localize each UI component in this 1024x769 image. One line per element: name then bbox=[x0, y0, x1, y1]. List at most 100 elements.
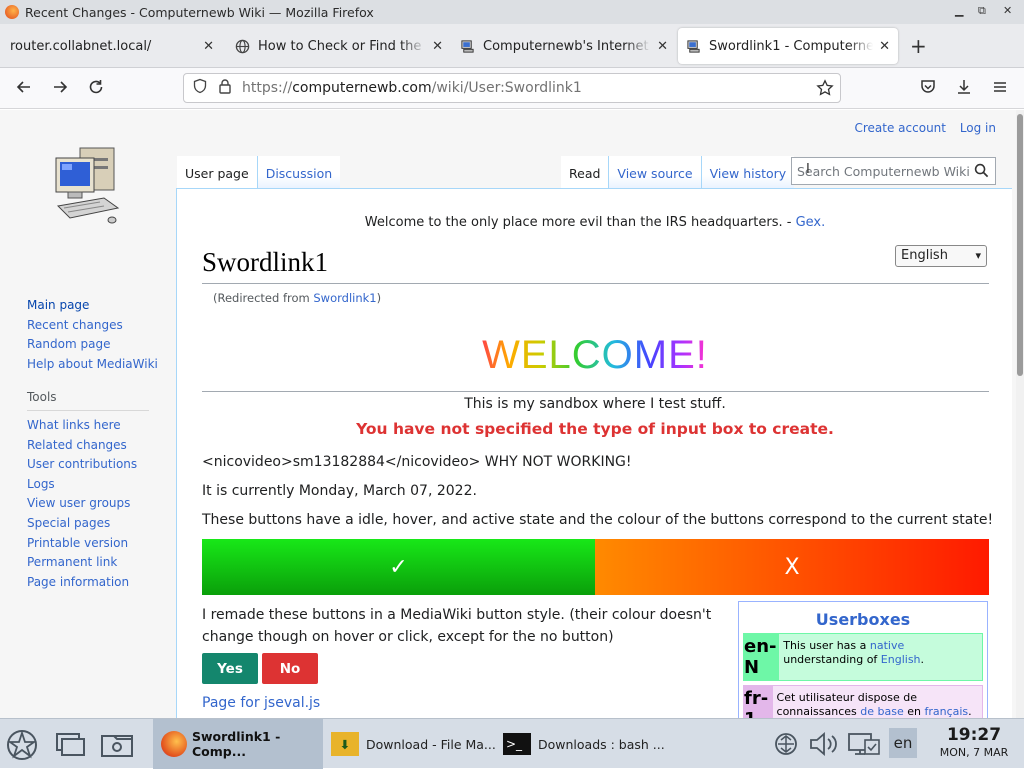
no-button[interactable]: No bbox=[262, 653, 318, 684]
link[interactable]: français bbox=[924, 705, 968, 718]
taskbar-item-label: Swordlink1 - Comp... bbox=[192, 729, 281, 759]
language-value: English bbox=[901, 248, 948, 263]
sidebar-item-logs[interactable]: Logs bbox=[27, 477, 55, 491]
close-tab-icon[interactable]: ✕ bbox=[879, 39, 890, 54]
volume-icon[interactable] bbox=[808, 731, 840, 761]
link[interactable]: native bbox=[870, 639, 904, 652]
userboxes-title: Userboxes bbox=[815, 610, 911, 629]
login-link[interactable]: Log in bbox=[960, 121, 996, 135]
text: understanding of bbox=[783, 653, 881, 666]
back-icon[interactable] bbox=[15, 78, 33, 101]
taskbar-item-terminal[interactable]: >_ Downloads : bash ... bbox=[498, 719, 668, 769]
tab-view-history[interactable]: View history bbox=[700, 156, 795, 188]
close-window-icon[interactable]: ✕ bbox=[1003, 4, 1012, 17]
search-icon[interactable] bbox=[974, 163, 989, 181]
maximize-icon[interactable]: ⧉ bbox=[978, 4, 986, 18]
site-notice-link[interactable]: Gex. bbox=[796, 215, 826, 230]
keyboard-layout[interactable]: en bbox=[889, 728, 917, 758]
userbox-code: fr-1 bbox=[744, 686, 773, 718]
close-tab-icon[interactable]: ✕ bbox=[657, 39, 668, 54]
new-tab-icon[interactable]: + bbox=[910, 34, 927, 58]
computer-logo[interactable] bbox=[50, 146, 126, 232]
downloads-icon[interactable] bbox=[955, 78, 973, 101]
taskbar-item-file-manager[interactable]: ⬇ Download - File Ma... bbox=[326, 719, 496, 769]
sidebar-item-main-page[interactable]: Main page bbox=[27, 298, 89, 312]
redirect-notice: (Redirected from Swordlink1) bbox=[213, 291, 381, 305]
buttons-description: These buttons have a idle, hover, and ac… bbox=[202, 512, 994, 528]
bookmark-star-icon[interactable] bbox=[816, 79, 834, 101]
clock-time: 19:27 bbox=[946, 725, 1002, 745]
url-host: computernewb.com bbox=[292, 80, 432, 96]
tab-label: router.collabnet.local/ bbox=[10, 38, 152, 54]
app-launcher-icon[interactable] bbox=[6, 729, 38, 765]
tab-label: How to Check or Find the Op bbox=[258, 38, 427, 54]
reload-icon[interactable] bbox=[87, 78, 105, 101]
sidebar-item-recent-changes[interactable]: Recent changes bbox=[27, 318, 123, 332]
forward-icon[interactable] bbox=[51, 78, 69, 101]
taskbar: Swordlink1 - Comp... ⬇ Download - File M… bbox=[0, 718, 1024, 769]
web-page: Main page Recent changes Random page Hel… bbox=[0, 110, 1016, 718]
yes-button[interactable]: Yes bbox=[202, 653, 258, 684]
jseval-link[interactable]: Page for jseval.js bbox=[202, 695, 320, 711]
window-titlebar: Recent Changes - Computernewb Wiki — Moz… bbox=[0, 0, 1024, 24]
tab-internet-p[interactable]: Computernewb's Internet P ✕ bbox=[452, 28, 676, 64]
search-placeholder: Search Computernewb Wiki bbox=[797, 163, 970, 179]
globe-icon bbox=[235, 39, 250, 54]
scrollbar-thumb[interactable] bbox=[1017, 114, 1023, 376]
nicovideo-text: <nicovideo>sm13182884</nicovideo> WHY NO… bbox=[202, 454, 632, 470]
tab-swordlink1[interactable]: Swordlink1 - Computernewb ✕ bbox=[678, 28, 898, 64]
menu-icon[interactable] bbox=[991, 78, 1009, 101]
sidebar-item-special-pages[interactable]: Special pages bbox=[27, 516, 110, 530]
userbox-code: en-N bbox=[744, 634, 780, 680]
tab-read[interactable]: Read bbox=[561, 156, 609, 188]
firefox-icon bbox=[161, 731, 187, 757]
sidebar-nav: Main page Recent changes Random page Hel… bbox=[27, 296, 158, 374]
chevron-down-icon: ▾ bbox=[975, 249, 981, 262]
tab-user-page[interactable]: User page bbox=[177, 156, 257, 188]
text: . bbox=[920, 653, 925, 666]
link[interactable]: de base bbox=[860, 705, 903, 718]
link[interactable]: English bbox=[881, 653, 921, 666]
search-input[interactable]: Search Computernewb Wiki bbox=[791, 157, 996, 185]
redirect-prefix: (Redirected from bbox=[213, 291, 314, 305]
url-bar[interactable]: https://computernewb.com/wiki/User:Sword… bbox=[183, 73, 841, 103]
sidebar-item-page-information[interactable]: Page information bbox=[27, 575, 129, 589]
minimize-icon[interactable]: ▁ bbox=[955, 4, 963, 17]
tab-router[interactable]: router.collabnet.local/ ✕ bbox=[2, 28, 222, 64]
check-button[interactable]: ✓ bbox=[202, 539, 595, 595]
sidebar-item-what-links-here[interactable]: What links here bbox=[27, 418, 121, 432]
sidebar-item-view-user-groups[interactable]: View user groups bbox=[27, 496, 130, 510]
sidebar-item-user-contributions[interactable]: User contributions bbox=[27, 457, 137, 471]
shield-icon[interactable] bbox=[192, 78, 208, 98]
site-notice-text: Welcome to the only place more evil than… bbox=[364, 215, 796, 230]
sidebar-item-related-changes[interactable]: Related changes bbox=[27, 438, 127, 452]
create-account-link[interactable]: Create account bbox=[854, 121, 946, 135]
sidebar-item-random-page[interactable]: Random page bbox=[27, 337, 110, 351]
lock-icon[interactable] bbox=[218, 78, 232, 98]
close-tab-icon[interactable]: ✕ bbox=[203, 39, 214, 54]
firefox-icon bbox=[5, 5, 19, 19]
sidebar-item-permanent-link[interactable]: Permanent link bbox=[27, 555, 117, 569]
taskbar-item-firefox[interactable]: Swordlink1 - Comp... bbox=[153, 719, 323, 769]
text: This user has a bbox=[783, 639, 870, 652]
tools-header: Tools bbox=[27, 388, 149, 411]
language-select[interactable]: English ▾ bbox=[895, 245, 987, 267]
file-manager-icon[interactable] bbox=[100, 730, 134, 764]
personal-tools: Create account Log in bbox=[844, 121, 996, 135]
network-icon[interactable] bbox=[772, 732, 800, 760]
sidebar-item-help[interactable]: Help about MediaWiki bbox=[27, 357, 158, 371]
sidebar-item-printable-version[interactable]: Printable version bbox=[27, 536, 128, 550]
clock[interactable]: 19:27 MON, 7 MAR bbox=[930, 726, 1018, 760]
show-desktop-icon[interactable] bbox=[53, 730, 87, 764]
page-title: Swordlink1 bbox=[202, 247, 329, 277]
sidebar-tools: What links here Related changes User con… bbox=[27, 416, 158, 592]
tab-how-to-check[interactable]: How to Check or Find the Op ✕ bbox=[227, 28, 451, 64]
tab-view-source[interactable]: View source bbox=[608, 156, 701, 188]
display-icon[interactable] bbox=[847, 730, 881, 762]
close-tab-icon[interactable]: ✕ bbox=[432, 39, 443, 54]
x-button[interactable]: X bbox=[595, 539, 989, 595]
redirect-link[interactable]: Swordlink1 bbox=[313, 291, 376, 305]
tab-discussion[interactable]: Discussion bbox=[256, 156, 341, 188]
taskbar-item-label: Download - File Ma... bbox=[366, 736, 496, 752]
pocket-icon[interactable] bbox=[919, 78, 937, 101]
